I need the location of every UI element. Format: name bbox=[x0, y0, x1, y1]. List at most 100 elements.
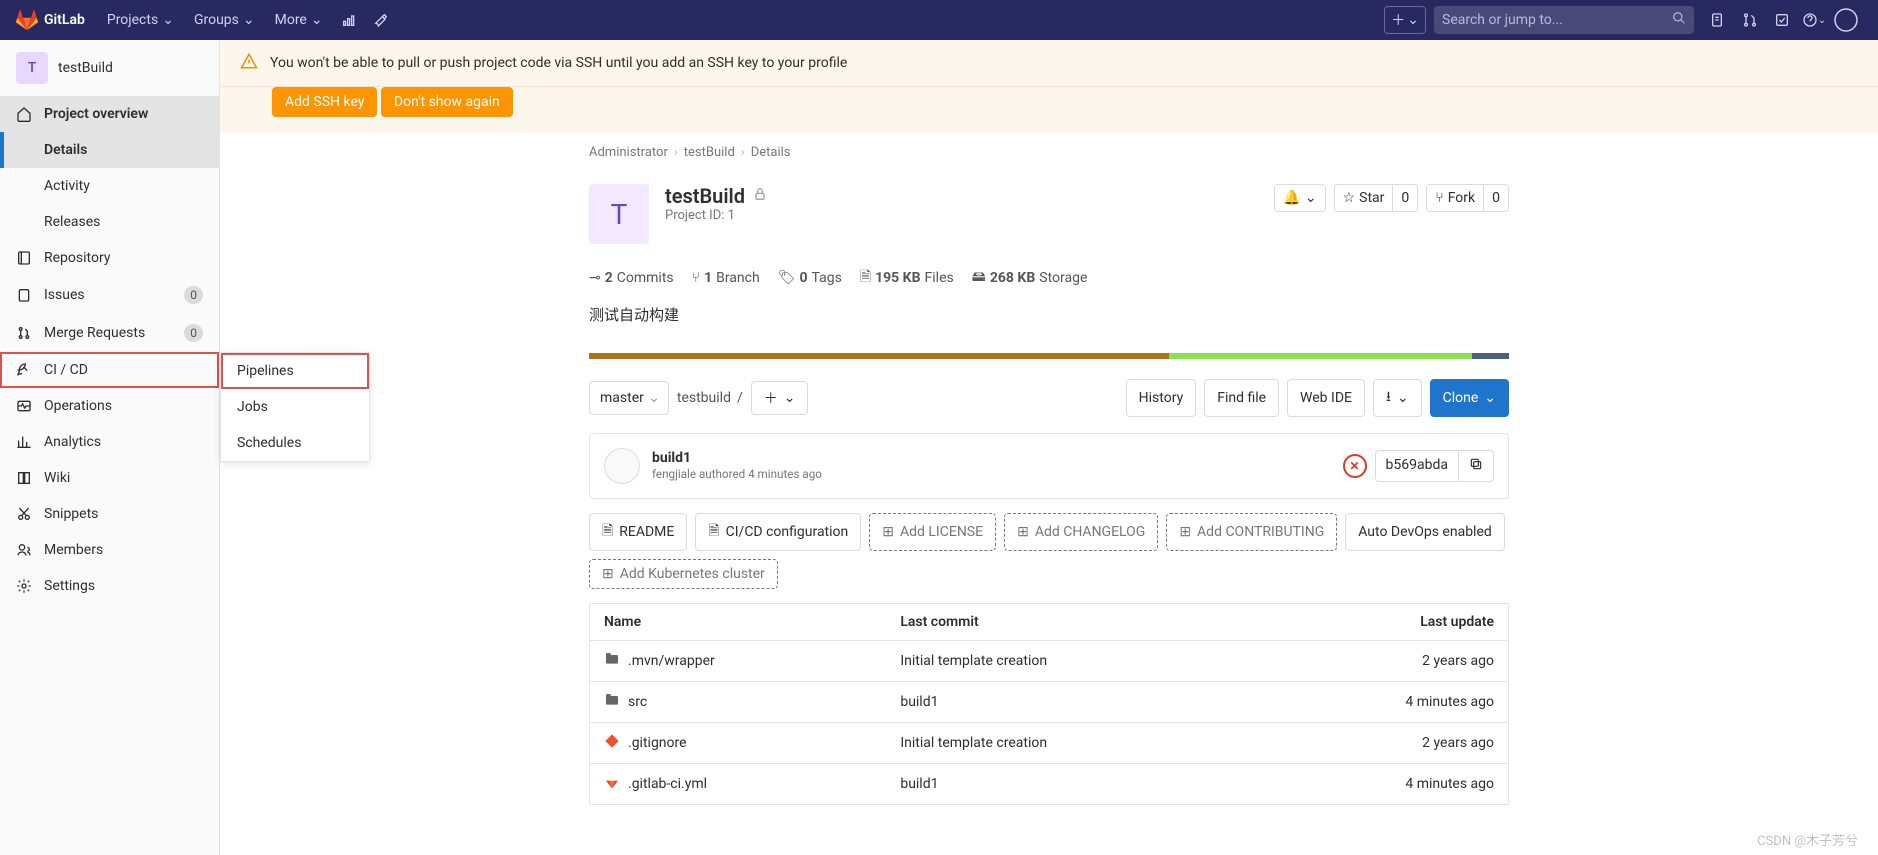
plus-dropdown[interactable]: ＋⌄ bbox=[1384, 6, 1426, 34]
table-row[interactable]: .mvn/wrapperInitial template creation2 y… bbox=[590, 641, 1509, 682]
sidebar-operations[interactable]: Operations bbox=[0, 388, 219, 424]
pipeline-status-failed-icon[interactable]: ✕ bbox=[1343, 454, 1367, 478]
add-ssh-key-button[interactable]: Add SSH key bbox=[272, 87, 377, 117]
sidebar-snippets[interactable]: Snippets bbox=[0, 496, 219, 532]
star-button[interactable]: ☆ Star0 bbox=[1334, 184, 1419, 212]
add-k8s-chip[interactable]: ⊞ Add Kubernetes cluster bbox=[589, 559, 778, 589]
user-avatar[interactable] bbox=[1830, 0, 1862, 40]
flyout-jobs[interactable]: Jobs bbox=[221, 389, 369, 425]
help-dropdown[interactable]: ⌄ bbox=[1798, 0, 1830, 40]
commit-title[interactable]: build1 bbox=[652, 450, 822, 466]
nav-projects[interactable]: Projects ⌄ bbox=[97, 0, 184, 40]
sidebar-project-overview[interactable]: Project overview bbox=[0, 96, 219, 132]
sidebar-merge-requests[interactable]: Merge Requests 0 bbox=[0, 314, 219, 352]
copy-sha-button[interactable] bbox=[1458, 451, 1493, 481]
add-changelog-chip[interactable]: ⊞ Add CHANGELOG bbox=[1004, 513, 1158, 551]
path-segment[interactable]: testbuild bbox=[677, 390, 731, 406]
chip-label: Auto DevOps enabled bbox=[1358, 524, 1492, 540]
todos-icon[interactable] bbox=[1766, 0, 1798, 40]
history-button[interactable]: History bbox=[1126, 379, 1197, 417]
cicd-config-chip[interactable]: 🗎 CI/CD configuration bbox=[695, 513, 861, 551]
add-file-button[interactable]: ＋ ⌄ bbox=[751, 381, 809, 415]
sidebar-repository[interactable]: Repository bbox=[0, 240, 219, 276]
file-last-commit[interactable]: build1 bbox=[886, 682, 1258, 723]
stat-branches[interactable]: ⑂ 1 Branch bbox=[692, 266, 760, 290]
file-last-commit[interactable]: Initial template creation bbox=[886, 641, 1258, 682]
sidebar-wiki[interactable]: Wiki bbox=[0, 460, 219, 496]
plus-icon: ＋ bbox=[1391, 10, 1405, 30]
add-contributing-chip[interactable]: ⊞ Add CONTRIBUTING bbox=[1166, 513, 1337, 551]
sidebar-members[interactable]: Members bbox=[0, 532, 219, 568]
col-update: Last update bbox=[1259, 604, 1509, 641]
sidebar-sub-activity[interactable]: Activity bbox=[0, 168, 219, 204]
file-tree-table: Name Last commit Last update .mvn/wrappe… bbox=[589, 603, 1509, 805]
sidebar-settings[interactable]: Settings bbox=[0, 568, 219, 604]
lang-segment bbox=[589, 353, 1169, 359]
project-context[interactable]: T testBuild bbox=[0, 40, 219, 96]
sidebar-sub-details[interactable]: Details bbox=[0, 132, 219, 168]
download-button[interactable]: ⭳ ⌄ bbox=[1373, 379, 1422, 417]
sidebar-ci-cd[interactable]: CI / CD Pipelines Jobs Schedules bbox=[0, 352, 219, 388]
file-name[interactable]: .gitlab-ci.yml bbox=[628, 776, 707, 792]
fork-button[interactable]: ⑂ Fork0 bbox=[1426, 184, 1509, 212]
star-label: Star bbox=[1359, 190, 1384, 206]
commit-author-avatar[interactable] bbox=[604, 448, 640, 484]
stat-files[interactable]: 🗎 195 KB Files bbox=[860, 266, 954, 290]
chip-label: Add CHANGELOG bbox=[1035, 524, 1146, 540]
flyout-schedules[interactable]: Schedules bbox=[221, 425, 369, 461]
nav-more[interactable]: More ⌄ bbox=[265, 0, 333, 40]
search-box[interactable] bbox=[1434, 6, 1694, 34]
file-last-commit[interactable]: Initial template creation bbox=[886, 723, 1258, 764]
readme-chip[interactable]: 🗎 README bbox=[589, 513, 687, 551]
file-name[interactable]: src bbox=[628, 694, 647, 710]
gear-icon bbox=[16, 578, 32, 594]
top-navbar: GitLab Projects ⌄ Groups ⌄ More ⌄ ＋⌄ ⌄ bbox=[0, 0, 1878, 40]
sidebar-item-label: CI / CD bbox=[44, 362, 88, 378]
sha-text[interactable]: b569abda bbox=[1376, 451, 1458, 481]
search-input[interactable] bbox=[1442, 12, 1672, 28]
lang-segment bbox=[1472, 353, 1509, 359]
file-last-commit[interactable]: build1 bbox=[886, 764, 1258, 805]
fork-count: 0 bbox=[1483, 185, 1508, 211]
chip-label: Add LICENSE bbox=[900, 524, 983, 540]
col-commit: Last commit bbox=[886, 604, 1258, 641]
issues-icon[interactable] bbox=[1702, 0, 1734, 40]
table-row[interactable]: .gitignoreInitial template creation2 yea… bbox=[590, 723, 1509, 764]
chevron-down-icon: ⌄ bbox=[162, 12, 174, 28]
sidebar-analytics[interactable]: Analytics bbox=[0, 424, 219, 460]
breadcrumb-item[interactable]: Administrator bbox=[589, 145, 668, 160]
alert-buttons: Add SSH key Don't show again bbox=[220, 87, 1878, 133]
admin-icon[interactable] bbox=[365, 0, 397, 40]
language-bar[interactable] bbox=[589, 353, 1509, 359]
sidebar-item-label: Releases bbox=[44, 214, 100, 230]
notification-dropdown[interactable]: 🔔 ⌄ bbox=[1274, 184, 1325, 212]
storage-icon: 🖴 bbox=[972, 266, 986, 290]
gitlab-logo[interactable]: GitLab bbox=[16, 9, 85, 31]
sidebar-sub-releases[interactable]: Releases bbox=[0, 204, 219, 240]
file-name[interactable]: .mvn/wrapper bbox=[628, 653, 715, 669]
file-type-icon bbox=[604, 733, 620, 753]
flyout-pipelines[interactable]: Pipelines bbox=[221, 353, 369, 389]
stat-commits[interactable]: ⊸ 2 Commits bbox=[589, 266, 674, 290]
table-row[interactable]: .gitlab-ci.ymlbuild14 minutes ago bbox=[590, 764, 1509, 805]
add-license-chip[interactable]: ⊞ Add LICENSE bbox=[869, 513, 996, 551]
stat-storage[interactable]: 🖴 268 KB Storage bbox=[972, 266, 1088, 290]
sidebar-issues[interactable]: Issues 0 bbox=[0, 276, 219, 314]
dont-show-again-button[interactable]: Don't show again bbox=[381, 87, 513, 117]
stat-tags[interactable]: 🏷 0 Tags bbox=[778, 266, 842, 290]
branch-selector[interactable]: master bbox=[589, 381, 669, 415]
activity-icon[interactable] bbox=[333, 0, 365, 40]
tag-icon: 🏷 bbox=[778, 270, 796, 286]
breadcrumb-item[interactable]: testBuild bbox=[684, 145, 735, 160]
chevron-down-icon: ⌄ bbox=[1818, 15, 1826, 26]
file-name[interactable]: .gitignore bbox=[628, 735, 687, 751]
clone-button[interactable]: Clone ⌄ bbox=[1430, 379, 1509, 417]
nav-groups[interactable]: Groups ⌄ bbox=[184, 0, 265, 40]
web-ide-button[interactable]: Web IDE bbox=[1287, 379, 1365, 417]
clone-label: Clone bbox=[1443, 390, 1479, 406]
find-file-button[interactable]: Find file bbox=[1204, 379, 1279, 417]
autodevops-chip[interactable]: Auto DevOps enabled bbox=[1345, 513, 1505, 551]
table-row[interactable]: srcbuild14 minutes ago bbox=[590, 682, 1509, 723]
merge-requests-icon[interactable] bbox=[1734, 0, 1766, 40]
ssh-alert: You won't be able to pull or push projec… bbox=[220, 40, 1878, 87]
